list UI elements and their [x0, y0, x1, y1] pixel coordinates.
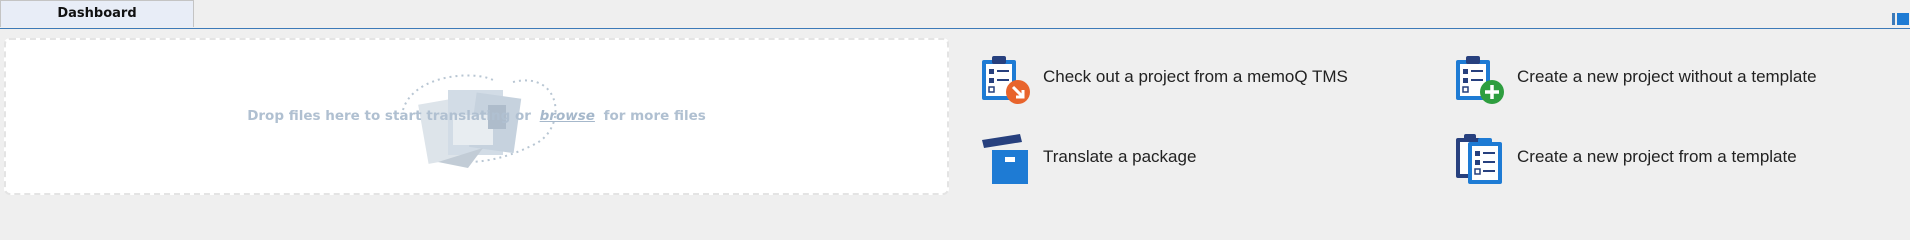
clipboard-template-icon	[1456, 134, 1502, 184]
window-control-icon[interactable]	[1892, 12, 1910, 26]
clipboard-download-icon	[982, 56, 1030, 104]
tab-dashboard[interactable]: Dashboard	[0, 0, 194, 27]
drop-instructions: Drop files here to start translating or …	[6, 108, 947, 124]
checkout-project-label: Check out a project from a memoQ TMS	[1043, 67, 1348, 86]
document-tab-strip: Dashboard	[0, 0, 1910, 29]
drop-text-prefix: Drop files here to start translating or	[247, 108, 531, 124]
new-project-without-template-label: Create a new project without a template	[1517, 67, 1817, 86]
browse-link[interactable]: browse	[540, 108, 595, 124]
package-box-icon	[982, 134, 1028, 184]
new-project-from-template-label: Create a new project from a template	[1517, 147, 1797, 166]
translate-package-label: Translate a package	[1043, 147, 1197, 166]
drop-text-suffix: for more files	[603, 108, 706, 124]
clipboard-add-icon	[1456, 56, 1504, 104]
file-drop-zone[interactable]: Drop files here to start translating or …	[4, 38, 949, 195]
